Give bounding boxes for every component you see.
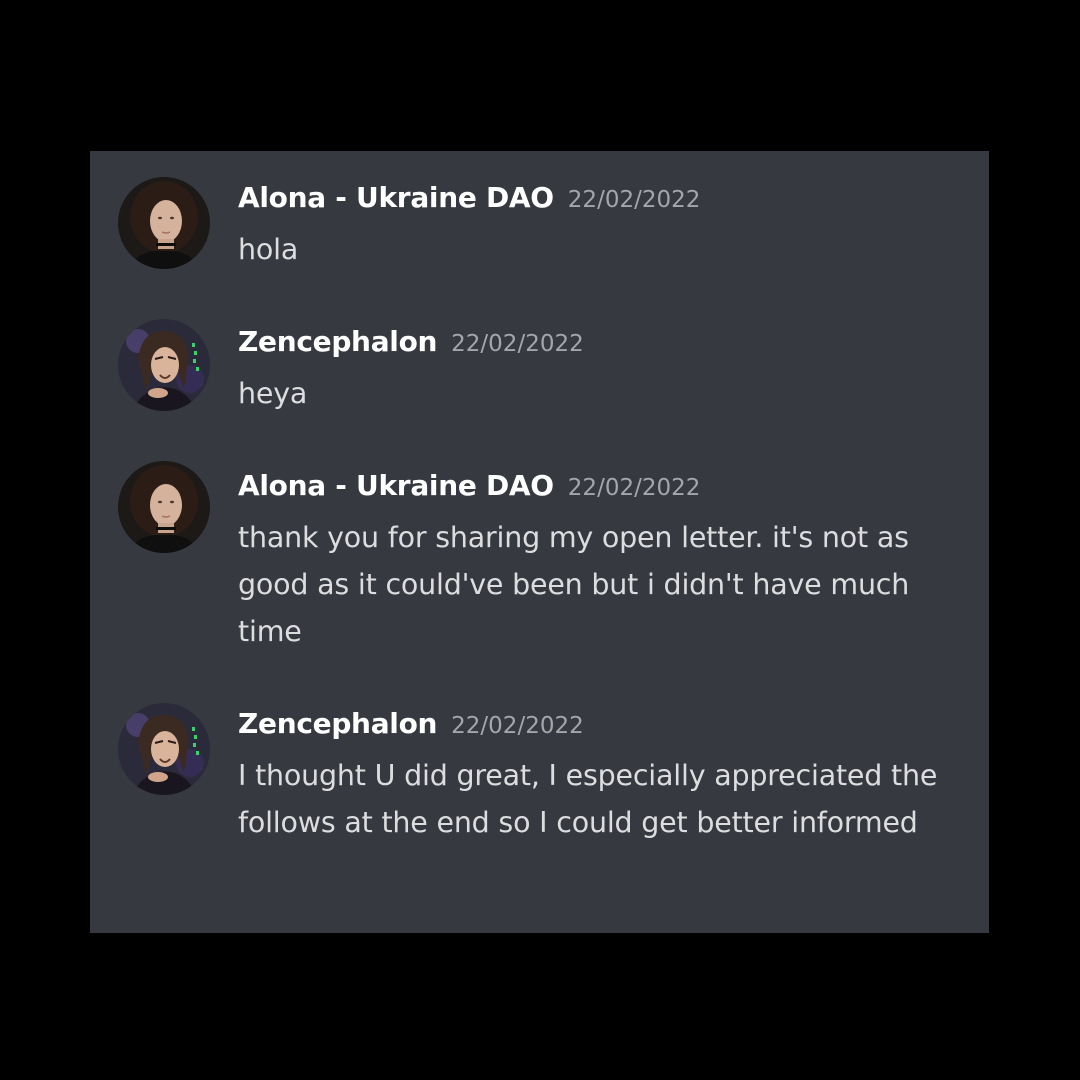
username[interactable]: Zencephalon bbox=[238, 707, 437, 740]
zencephalon-avatar-icon[interactable] bbox=[118, 703, 210, 795]
username[interactable]: Alona - Ukraine DAO bbox=[238, 469, 554, 502]
message-header: Zencephalon 22/02/2022 bbox=[238, 325, 584, 365]
message-header: Alona - Ukraine DAO 22/02/2022 bbox=[238, 181, 700, 221]
zencephalon-avatar-icon[interactable] bbox=[118, 319, 210, 411]
username[interactable]: Zencephalon bbox=[238, 325, 437, 358]
timestamp: 22/02/2022 bbox=[567, 475, 701, 501]
timestamp: 22/02/2022 bbox=[451, 331, 584, 357]
alona-avatar-icon[interactable] bbox=[118, 177, 210, 269]
username[interactable]: Alona - Ukraine DAO bbox=[238, 181, 554, 214]
message-text: I thought U did great, I especially appr… bbox=[238, 759, 938, 839]
alona-avatar-icon[interactable] bbox=[118, 461, 210, 553]
message-header: Alona - Ukraine DAO 22/02/2022 bbox=[238, 469, 700, 509]
message-text: thank you for sharing my open letter. it… bbox=[238, 521, 910, 648]
timestamp: 22/02/2022 bbox=[451, 713, 584, 739]
message-text: hola bbox=[238, 233, 299, 266]
message-text: heya bbox=[238, 377, 308, 410]
timestamp: 22/02/2022 bbox=[567, 187, 701, 213]
chat-panel: Alona - Ukraine DAO 22/02/2022 hola Zence… bbox=[90, 151, 989, 933]
message-header: Zencephalon 22/02/2022 bbox=[238, 707, 584, 747]
